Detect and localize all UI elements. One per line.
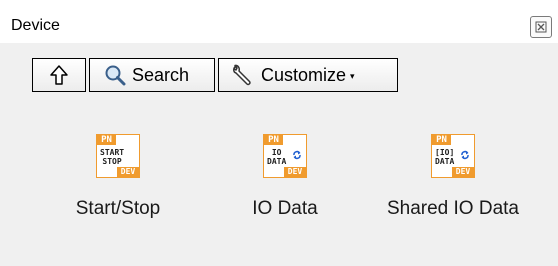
dev-badge: DEV bbox=[117, 167, 139, 177]
close-icon bbox=[535, 21, 547, 33]
item-label: Start/Stop bbox=[75, 198, 161, 219]
dev-badge: DEV bbox=[452, 167, 474, 177]
magnifier-icon bbox=[104, 64, 126, 86]
refresh-icon bbox=[461, 150, 469, 160]
customize-button[interactable]: Customize ▾ bbox=[218, 58, 398, 92]
close-button[interactable] bbox=[530, 16, 552, 38]
wrench-icon bbox=[231, 63, 255, 87]
search-label: Search bbox=[132, 64, 190, 85]
customize-label: Customize bbox=[261, 64, 347, 85]
palette-toolbar: Search Customize ▾ bbox=[9, 58, 541, 94]
start-stop-vi-icon: PN START STOP DEV bbox=[96, 134, 140, 178]
item-label: IO Data bbox=[252, 198, 318, 219]
item-label: Shared IO Data bbox=[386, 198, 520, 219]
icon-text: START STOP bbox=[100, 148, 125, 166]
window-title: Device bbox=[11, 17, 60, 34]
search-button[interactable]: Search bbox=[89, 58, 215, 92]
up-arrow-icon bbox=[50, 65, 68, 85]
up-button[interactable] bbox=[32, 58, 86, 92]
pn-badge: PN bbox=[264, 135, 283, 145]
icon-text: [IO] DATA bbox=[435, 148, 455, 166]
pn-badge: PN bbox=[97, 135, 116, 145]
palette-item-shared-io-data[interactable]: PN [IO] DATA DEV Shared IO Data bbox=[383, 134, 523, 220]
dev-badge: DEV bbox=[284, 167, 306, 177]
io-data-vi-icon: PN IO DATA DEV bbox=[263, 134, 307, 178]
title-bar: Device bbox=[0, 0, 558, 43]
palette-item-io-data[interactable]: PN IO DATA DEV IO Data bbox=[215, 134, 355, 220]
chevron-down-icon: ▾ bbox=[350, 70, 355, 81]
palette-item-start-stop[interactable]: PN START STOP DEV Start/Stop bbox=[48, 134, 188, 220]
pn-badge: PN bbox=[432, 135, 451, 145]
device-palette-window: Device Search Customize ▾ PN START STOP … bbox=[0, 0, 558, 266]
refresh-icon bbox=[293, 150, 301, 160]
shared-io-data-vi-icon: PN [IO] DATA DEV bbox=[431, 134, 475, 178]
icon-text: IO DATA bbox=[267, 148, 287, 166]
